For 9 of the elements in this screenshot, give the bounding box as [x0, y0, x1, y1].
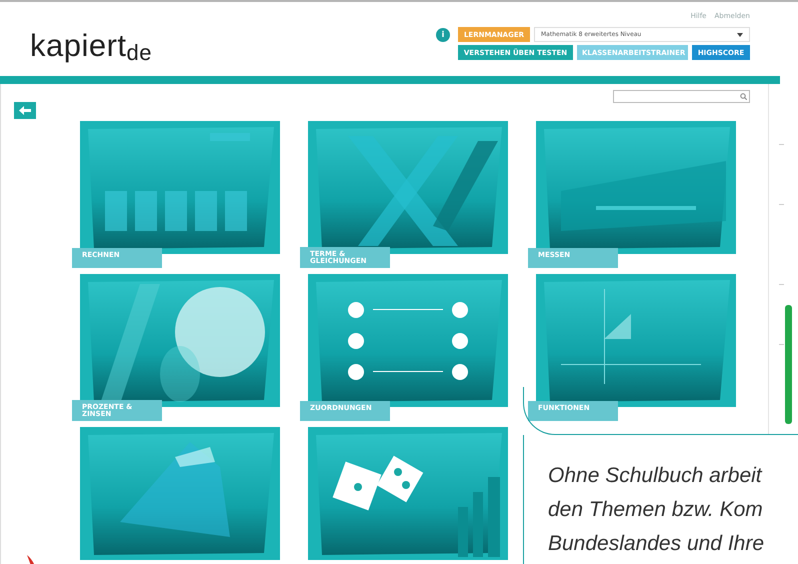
info-icon[interactable]: i [436, 28, 450, 42]
logo[interactable]: kapiert$_{de}$ [30, 2, 152, 76]
search-icon [740, 93, 747, 100]
pen-mark-icon [26, 554, 36, 564]
callout-text: Ohne Schulbuch arbeit den Themen bzw. Kom Bundeslandes und Ihre [548, 463, 765, 557]
caret-icon [737, 32, 743, 36]
back-button[interactable] [14, 102, 36, 119]
search-field[interactable] [613, 90, 750, 103]
arrow-left-icon [19, 106, 31, 115]
